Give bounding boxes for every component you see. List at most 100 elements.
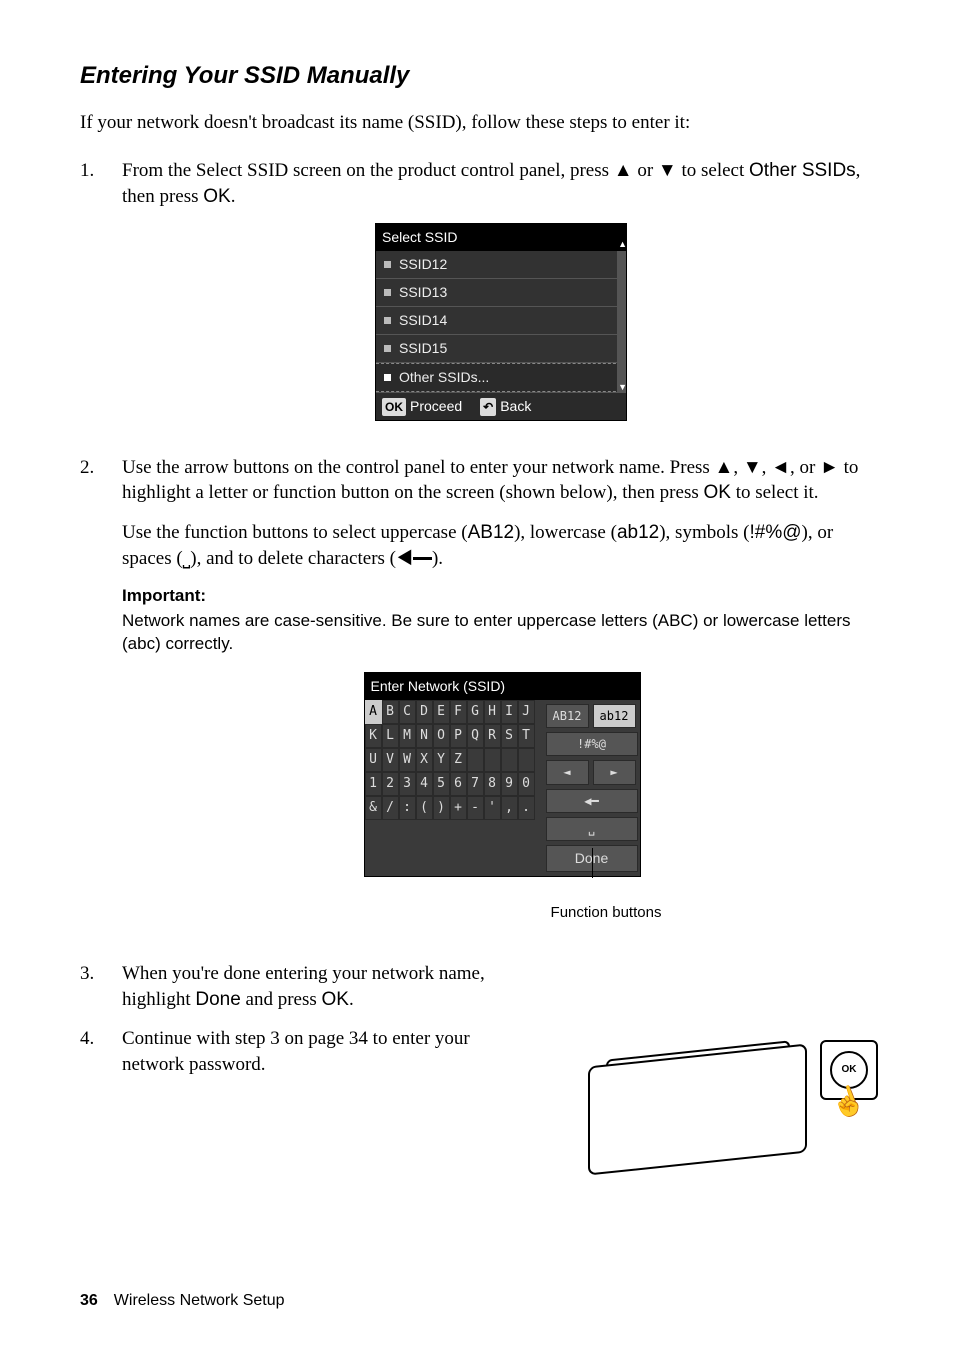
ok-label: OK — [322, 989, 349, 1010]
ssid-item: SSID13 — [376, 279, 626, 307]
page-footer: 36 Wireless Network Setup — [80, 1290, 285, 1312]
char-key: : — [399, 796, 416, 820]
ssid-item-other: Other SSIDs... — [376, 363, 626, 392]
space-button: ␣ — [546, 817, 638, 841]
important-heading: Important: — [122, 585, 880, 608]
text: , — [762, 457, 772, 478]
left-arrow-icon: ◄ — [771, 457, 790, 478]
ok-label: OK — [703, 482, 730, 503]
char-key: S — [501, 724, 518, 748]
char-key: N — [416, 724, 433, 748]
char-key: L — [382, 724, 399, 748]
char-key: R — [484, 724, 501, 748]
ssid-item: SSID12 — [376, 251, 626, 279]
text: ), symbols ( — [659, 522, 749, 543]
step-number: 1. — [80, 158, 122, 441]
text: to select it. — [731, 482, 819, 503]
char-key — [518, 748, 535, 772]
char-key: T — [518, 724, 535, 748]
char-key: A — [365, 700, 382, 724]
char-key: Q — [467, 724, 484, 748]
character-grid: A B C D E F G H I J — [365, 700, 540, 876]
other-ssids-label: Other SSIDs — [749, 160, 856, 181]
text: to select — [677, 160, 749, 181]
cursor-left-button: ◄ — [546, 760, 589, 784]
step-4-body: Continue with step 3 on page 34 to enter… — [122, 1026, 522, 1077]
char-key: H — [484, 700, 501, 724]
char-key: 1 — [365, 772, 382, 796]
char-key: M — [399, 724, 416, 748]
char-key: J — [518, 700, 535, 724]
char-key: X — [416, 748, 433, 772]
char-key: K — [365, 724, 382, 748]
symbol-mode-label: !#%@ — [749, 522, 801, 543]
down-arrow-icon: ▼ — [743, 457, 762, 478]
char-key: + — [450, 796, 467, 820]
char-key — [467, 748, 484, 772]
screen-title: Enter Network (SSID) — [365, 673, 640, 700]
backspace-icon: ◀━ — [396, 548, 432, 569]
char-key: ( — [416, 796, 433, 820]
char-key: 2 — [382, 772, 399, 796]
char-key: / — [382, 796, 399, 820]
text: . — [231, 186, 236, 207]
step-2-body: Use the arrow buttons on the control pan… — [122, 455, 880, 947]
char-key — [501, 748, 518, 772]
char-key: F — [450, 700, 467, 724]
step-number: 3. — [80, 961, 122, 1012]
up-arrow-icon: ▲ — [614, 160, 633, 181]
char-key: G — [467, 700, 484, 724]
printer-illustration: OK ☝ — [588, 1010, 878, 1180]
uppercase-mode-button: AB12 — [546, 704, 589, 728]
char-key: 5 — [433, 772, 450, 796]
text: Use the arrow buttons on the control pan… — [122, 457, 715, 478]
text: ), lowercase ( — [514, 522, 617, 543]
scrollbar-icon — [617, 251, 626, 391]
char-key: D — [416, 700, 433, 724]
char-key: 4 — [416, 772, 433, 796]
char-key: 3 — [399, 772, 416, 796]
right-arrow-icon: ► — [820, 457, 839, 478]
intro-paragraph: If your network doesn't broadcast its na… — [80, 110, 880, 136]
text: , — [733, 457, 743, 478]
done-label: Done — [195, 989, 240, 1010]
section-heading: Entering Your SSID Manually — [80, 60, 880, 92]
lowercase-mode-label: ab12 — [617, 522, 659, 543]
important-text: Network names are case-sensitive. Be sur… — [122, 610, 880, 656]
char-key: Z — [450, 748, 467, 772]
char-key: O — [433, 724, 450, 748]
char-key: I — [501, 700, 518, 724]
proceed-hint: OKProceed — [382, 397, 462, 416]
ssid-item: SSID15 — [376, 335, 626, 363]
ssid-item: SSID14 — [376, 307, 626, 335]
char-key: 9 — [501, 772, 518, 796]
ok-label: OK — [203, 186, 230, 207]
char-key — [484, 748, 501, 772]
section-name: Wireless Network Setup — [114, 1292, 285, 1309]
char-key: 8 — [484, 772, 501, 796]
function-buttons-callout: Function buttons — [122, 903, 880, 923]
down-arrow-icon: ▼ — [658, 160, 677, 181]
char-key: V — [382, 748, 399, 772]
char-key: P — [450, 724, 467, 748]
step-number: 2. — [80, 455, 122, 947]
text: ), and to delete characters ( — [190, 548, 396, 569]
char-key: C — [399, 700, 416, 724]
text: From the Select SSID screen on the produ… — [122, 160, 614, 181]
screen-title: Select SSID — [376, 224, 626, 251]
step-number: 4. — [80, 1026, 122, 1077]
back-hint: ↶Back — [480, 397, 531, 416]
char-key: ' — [484, 796, 501, 820]
char-key: E — [433, 700, 450, 724]
text: ). — [432, 548, 443, 569]
char-key: , — [501, 796, 518, 820]
char-key: W — [399, 748, 416, 772]
callout-line — [592, 848, 593, 878]
page-number: 36 — [80, 1292, 98, 1309]
char-key: . — [518, 796, 535, 820]
char-key: 7 — [467, 772, 484, 796]
text: , or — [790, 457, 820, 478]
char-key: & — [365, 796, 382, 820]
char-key: 6 — [450, 772, 467, 796]
text: or — [633, 160, 658, 181]
